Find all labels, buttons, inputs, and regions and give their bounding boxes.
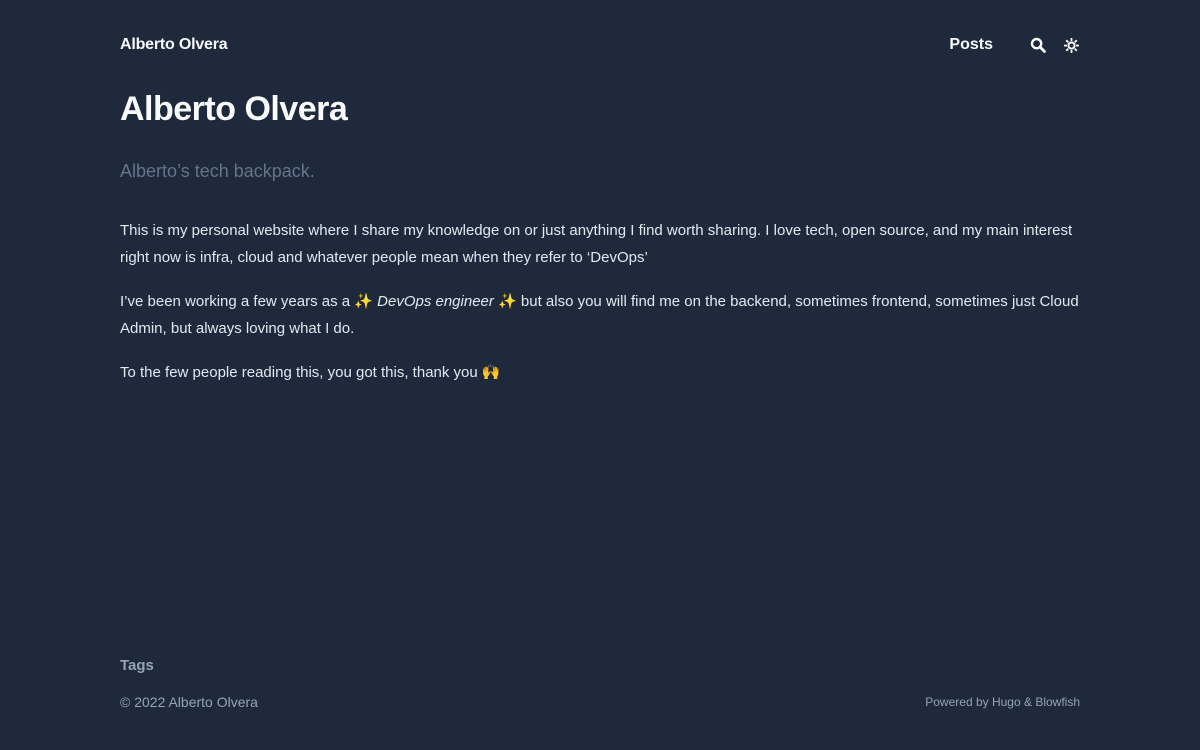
paragraph-experience: I’ve been working a few years as a ✨ Dev… xyxy=(120,289,1080,342)
copyright-text: © 2022 Alberto Olvera xyxy=(120,694,258,710)
page-tagline: Alberto’s tech backpack. xyxy=(120,161,315,181)
theme-toggle-button[interactable] xyxy=(1062,36,1080,54)
search-button[interactable] xyxy=(1029,36,1047,54)
footer-tags-link[interactable]: Tags xyxy=(120,657,154,674)
paragraph-experience-start: I’ve been working a few years as a ✨ xyxy=(120,293,378,310)
search-icon xyxy=(1030,37,1046,53)
page-container: Alberto Olvera Posts Alberto Olvera Albe… xyxy=(120,0,1080,750)
article-body: This is my personal website where I shar… xyxy=(120,218,1080,405)
sun-icon xyxy=(1063,37,1079,53)
site-name-link[interactable]: Alberto Olvera xyxy=(120,36,228,54)
page-title: Alberto Olvera xyxy=(120,90,348,128)
site-header: Alberto Olvera Posts xyxy=(120,34,1080,56)
paragraph-thanks: To the few people reading this, you got … xyxy=(120,364,501,381)
main-nav: Posts xyxy=(949,36,1080,54)
nav-posts-link[interactable]: Posts xyxy=(949,36,993,54)
powered-by-text: Powered by Hugo & Blowfish xyxy=(925,695,1080,709)
paragraph-intro: This is my personal website where I shar… xyxy=(120,222,1073,266)
devops-engineer-emphasis: DevOps engineer xyxy=(377,293,494,310)
